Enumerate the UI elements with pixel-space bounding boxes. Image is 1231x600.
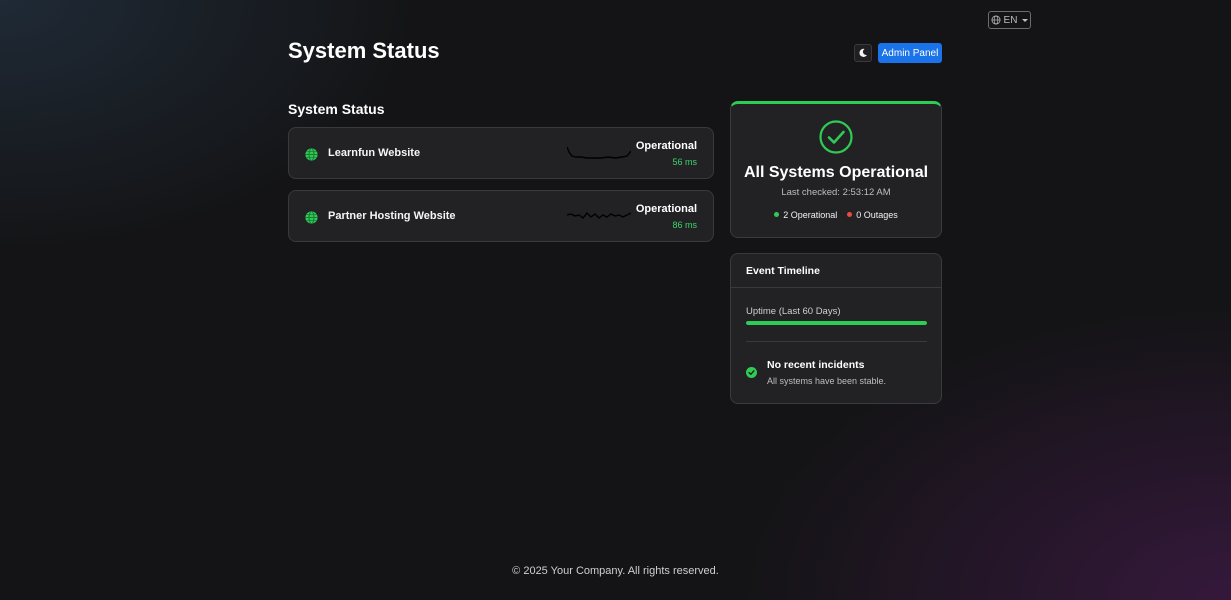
check-circle-icon (746, 367, 757, 378)
incident-title: No recent incidents (767, 359, 865, 371)
globe-icon (991, 15, 1001, 25)
green-dot-icon (774, 212, 780, 218)
moon-icon (859, 48, 868, 57)
language-selector[interactable]: EN (988, 11, 1031, 29)
page-title: System Status (288, 38, 440, 63)
check-circle-icon (819, 120, 853, 154)
admin-panel-button[interactable]: Admin Panel (878, 43, 942, 63)
overall-status-card: All Systems Operational Last checked: 2:… (730, 101, 942, 238)
uptime-label: Uptime (Last 60 Days) (746, 306, 841, 317)
service-card-learnfun[interactable]: Learnfun Website Operational 56 ms (288, 127, 714, 179)
service-status: Operational (635, 140, 697, 152)
response-time-sparkline (567, 211, 631, 219)
service-latency: 86 ms (672, 220, 697, 230)
response-time-sparkline (567, 146, 631, 159)
event-timeline-card: Event Timeline Uptime (Last 60 Days) No … (730, 253, 942, 404)
outages-count-label: 0 Outages (856, 210, 898, 220)
outages-count: 0 Outages (847, 210, 898, 220)
globe-icon (305, 148, 318, 161)
service-card-partner-hosting[interactable]: Partner Hosting Website Operational 86 m… (288, 190, 714, 242)
section-title: System Status (288, 101, 385, 117)
service-name: Learnfun Website (328, 147, 421, 159)
service-name: Partner Hosting Website (328, 210, 456, 222)
divider (746, 341, 927, 342)
incident-subtitle: All systems have been stable. (767, 376, 887, 386)
last-checked-time: Last checked: 2:53:12 AM (781, 187, 891, 198)
divider (731, 287, 941, 288)
uptime-bar-fill (746, 321, 927, 325)
footer-copyright: © 2025 Your Company. All rights reserved… (512, 565, 719, 577)
timeline-title: Event Timeline (746, 265, 820, 277)
language-label: EN (1003, 14, 1018, 26)
uptime-bar (746, 321, 927, 325)
service-status: Operational (635, 203, 697, 215)
globe-icon (305, 211, 318, 224)
operational-count-label: 2 Operational (783, 210, 838, 220)
overall-status-headline: All Systems Operational (743, 164, 929, 181)
operational-count: 2 Operational (774, 210, 837, 220)
status-counts: 2 Operational 0 Outages (731, 210, 941, 220)
red-dot-icon (847, 212, 853, 218)
theme-toggle-button[interactable] (854, 44, 872, 62)
service-latency: 56 ms (672, 157, 697, 167)
chevron-down-icon (1022, 18, 1029, 22)
